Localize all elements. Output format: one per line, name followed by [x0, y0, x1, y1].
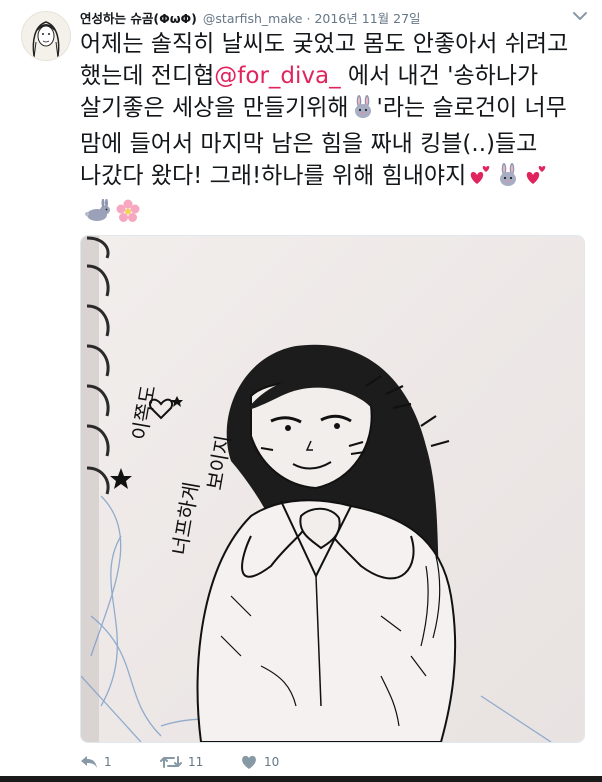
bottom-divider — [0, 776, 602, 782]
rabbit-face-emoji-icon — [351, 95, 375, 128]
heart-icon — [242, 755, 256, 769]
avatar-drawing-icon — [22, 12, 70, 60]
cherry-blossom-emoji-icon — [116, 199, 140, 232]
reply-icon — [81, 756, 97, 768]
sketch-drawing-image: 이쪽도 너프하게 보이지 — [81, 236, 584, 742]
two-hearts-emoji-icon — [524, 163, 548, 196]
tweet-text: 어제는 솔직히 날씨도 궂었고 몸도 안좋아서 쉬려고 했는데 전디협@for_… — [80, 28, 580, 232]
tweet-date[interactable]: 2016년 11월 27일 — [314, 11, 420, 26]
chevron-down-icon[interactable] — [572, 10, 588, 22]
like-count: 10 — [264, 755, 280, 769]
two-hearts-emoji-icon — [468, 163, 492, 196]
retweet-count: 11 — [188, 755, 204, 769]
rabbit-face-emoji-icon — [496, 163, 520, 196]
reply-button[interactable]: 1 — [80, 751, 112, 773]
tweet-actions: 1 11 10 — [80, 751, 560, 773]
user-handle[interactable]: @starfish_make — [203, 11, 303, 26]
retweet-button[interactable]: 11 — [160, 751, 203, 773]
tweet: 연성하는 슈곰(ΦωΦ) @starfish_make · 2016년 11월 27일… — [0, 0, 602, 782]
separator-dot: · — [306, 11, 311, 26]
mention-link[interactable]: @for_diva_ — [214, 63, 340, 89]
rabbit-emoji-icon — [82, 198, 112, 232]
media-image[interactable]: 이쪽도 너프하게 보이지 — [80, 235, 585, 743]
reply-count: 1 — [104, 755, 112, 769]
display-name[interactable]: 연성하는 슈곰(ΦωΦ) — [80, 11, 197, 26]
avatar[interactable] — [21, 11, 71, 61]
like-button[interactable]: 10 — [240, 751, 279, 773]
retweet-icon — [160, 756, 182, 768]
tweet-header: 연성하는 슈곰(ΦωΦ) @starfish_make · 2016년 11월 27일 — [80, 8, 572, 28]
